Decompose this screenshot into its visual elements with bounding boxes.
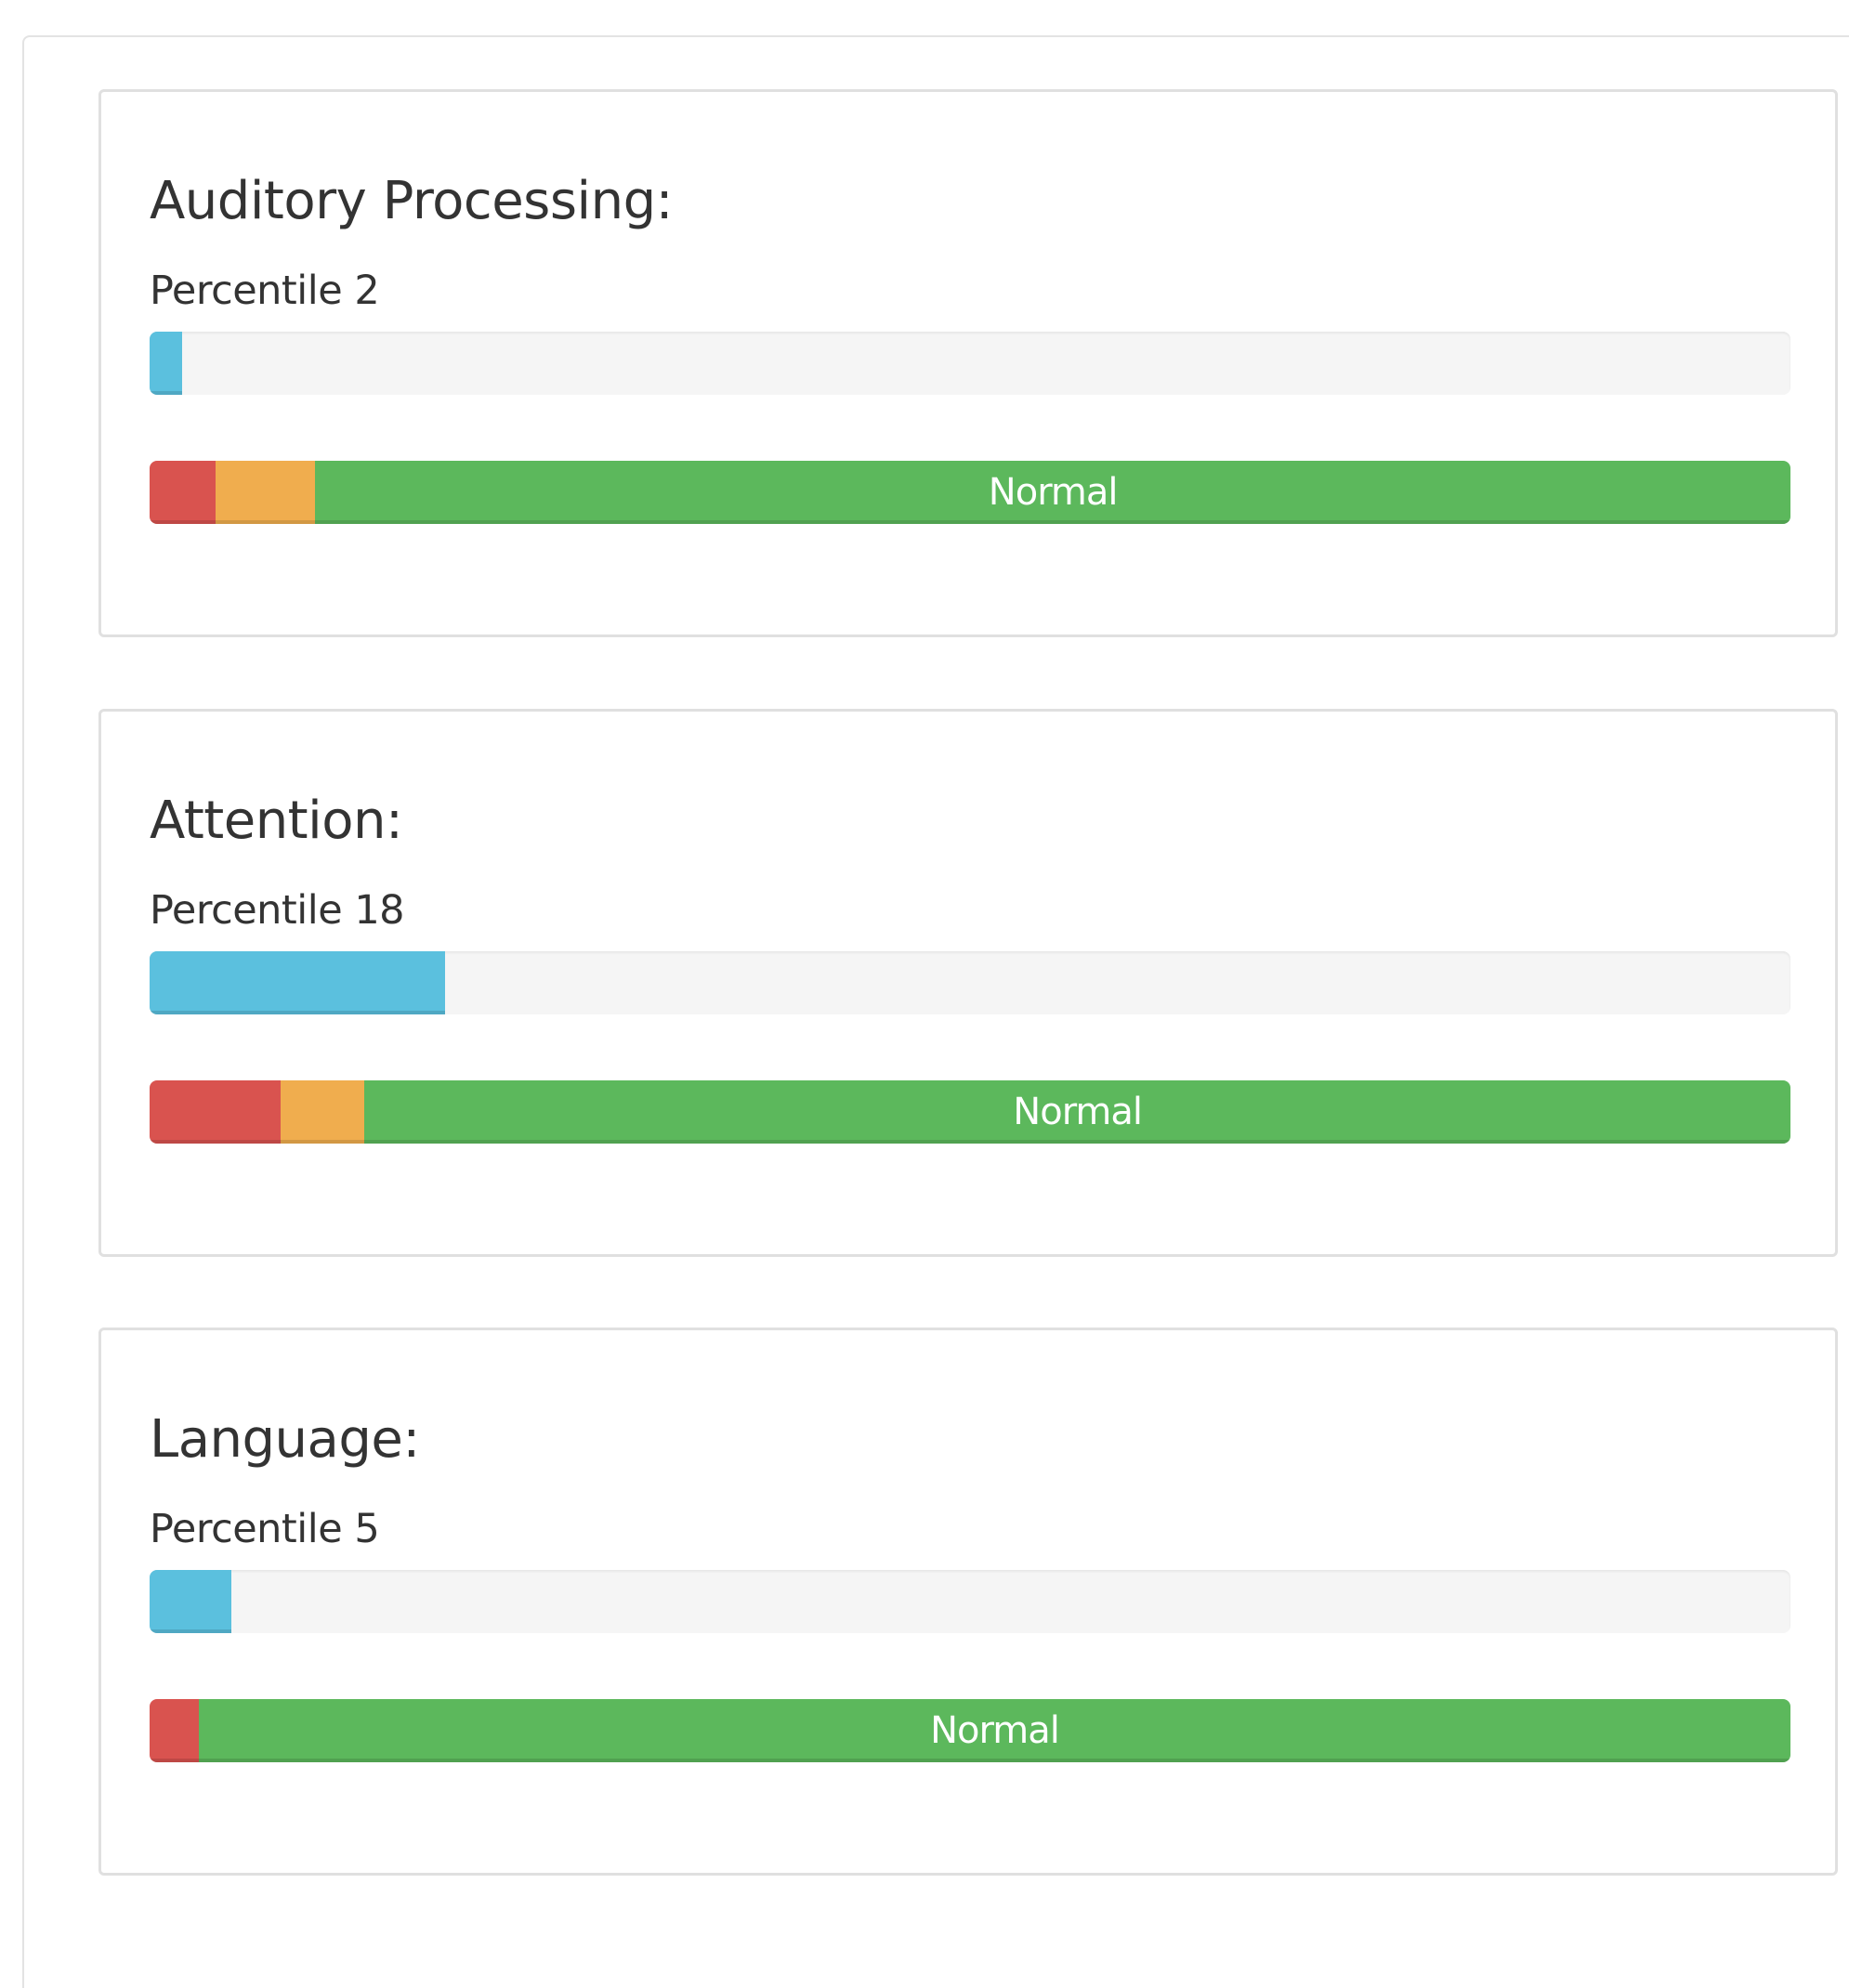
card-title: Language: [150, 1409, 420, 1470]
result-card-attention: Attention: Percentile 18 Normal [98, 709, 1838, 1257]
percentile-label: Percentile 18 [150, 887, 405, 934]
status-label: Normal [930, 1709, 1060, 1752]
results-panel: Auditory Processing: Percentile 2 Normal… [22, 35, 1849, 1988]
status-segment-green: Normal [198, 1699, 1790, 1762]
percentile-progress-fill [150, 332, 183, 395]
status-segment-green: Normal [364, 1080, 1790, 1144]
percentile-label: Percentile 2 [150, 268, 380, 314]
percentile-progress-bar [150, 332, 1790, 395]
percentile-progress-bar [150, 1570, 1790, 1633]
status-scale-bar: Normal [150, 1699, 1790, 1762]
percentile-progress-fill [150, 951, 445, 1014]
card-title: Attention: [150, 791, 403, 851]
status-segment-red [150, 1699, 199, 1762]
status-segment-red [150, 1080, 282, 1144]
status-segment-green: Normal [315, 461, 1790, 524]
card-title: Auditory Processing: [150, 171, 674, 231]
percentile-progress-bar [150, 951, 1790, 1014]
status-segment-orange [215, 461, 316, 524]
result-card-auditory-processing: Auditory Processing: Percentile 2 Normal [98, 89, 1838, 637]
status-segment-orange [281, 1080, 365, 1144]
status-label: Normal [1013, 1091, 1143, 1133]
result-card-language: Language: Percentile 5 Normal [98, 1328, 1838, 1876]
percentile-progress-fill [150, 1570, 232, 1633]
status-scale-bar: Normal [150, 461, 1790, 524]
percentile-label: Percentile 5 [150, 1506, 380, 1552]
status-segment-red [150, 461, 216, 524]
status-label: Normal [988, 471, 1119, 514]
status-scale-bar: Normal [150, 1080, 1790, 1144]
